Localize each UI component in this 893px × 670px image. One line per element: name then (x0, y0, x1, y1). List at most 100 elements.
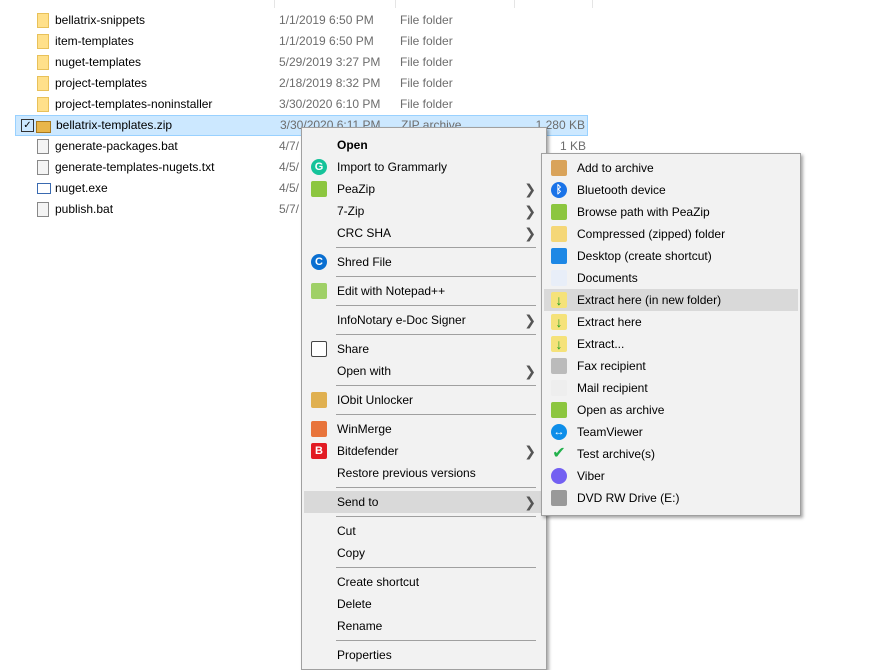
menu-item-edit-with-notepad[interactable]: Edit with Notepad++ (304, 280, 544, 302)
file-row[interactable]: project-templates 2/18/2019 8:32 PM File f… (15, 73, 588, 94)
viber-icon (551, 468, 567, 484)
add-archive-icon (551, 160, 567, 176)
menu-item-label: Extract here (577, 315, 642, 329)
menu-item-import-to-grammarly[interactable]: G Import to Grammarly (304, 156, 544, 178)
file-date: 4/5/ (279, 160, 300, 174)
menu-item-label: InfoNotary e-Doc Signer (337, 313, 466, 327)
menu-item-label: Import to Grammarly (337, 160, 448, 174)
menu-item-label: Rename (337, 619, 383, 633)
chevron-right-icon: ❯ (524, 203, 536, 219)
menu-item-crc-sha[interactable]: CRC SHA ❯ (304, 222, 544, 244)
send-to-item-browse-path-with-peazip[interactable]: Browse path with PeaZip (544, 201, 798, 223)
column-divider[interactable] (395, 0, 396, 8)
menu-item-label: Extract here (in new folder) (577, 293, 722, 307)
menu-item-label: TeamViewer (577, 425, 643, 439)
send-to-item-teamviewer[interactable]: ↔ TeamViewer (544, 421, 798, 443)
menu-item-label: Extract... (577, 337, 625, 351)
share-icon (311, 341, 327, 357)
folder-icon (37, 76, 49, 91)
send-to-item-extract[interactable]: ↓ Extract... (544, 333, 798, 355)
menu-item-infonotary-e-doc-signer[interactable]: InfoNotary e-Doc Signer ❯ (304, 309, 544, 331)
menu-item-label: Fax recipient (577, 359, 646, 373)
file-row[interactable]: project-templates-noninstaller 3/30/2020 … (15, 94, 588, 115)
send-to-item-fax-recipient[interactable]: Fax recipient (544, 355, 798, 377)
menu-item-rename[interactable]: Rename (304, 615, 544, 637)
menu-item-label: Viber (577, 469, 605, 483)
file-name: project-templates-noninstaller (55, 97, 213, 111)
file-name: nuget-templates (55, 55, 142, 69)
send-to-item-compressed-zipped-folder[interactable]: Compressed (zipped) folder (544, 223, 798, 245)
menu-item-open-with[interactable]: Open with ❯ (304, 360, 544, 382)
file-name: generate-packages.bat (55, 139, 178, 153)
send-to-submenu: Add to archive ᛒ Bluetooth device Browse pa… (541, 153, 801, 516)
send-to-item-add-to-archive[interactable]: Add to archive (544, 157, 798, 179)
menu-separator (336, 276, 536, 277)
send-to-item-extract-here[interactable]: ↓ Extract here (544, 311, 798, 333)
send-to-item-dvd-rw-drive-e[interactable]: DVD RW Drive (E:) (544, 487, 798, 509)
chevron-right-icon: ❯ (524, 312, 536, 328)
batch-file-icon (37, 139, 49, 154)
menu-item-delete[interactable]: Delete (304, 593, 544, 615)
menu-item-open[interactable]: Open (304, 134, 544, 156)
file-date: 1/1/2019 6:50 PM (279, 13, 374, 27)
send-to-item-bluetooth-device[interactable]: ᛒ Bluetooth device (544, 179, 798, 201)
send-to-item-documents[interactable]: Documents (544, 267, 798, 289)
menu-item-label: IObit Unlocker (337, 393, 414, 407)
column-divider[interactable] (592, 0, 593, 8)
extract-icon: ↓ (551, 314, 567, 330)
menu-item-peazip[interactable]: PeaZip ❯ (304, 178, 544, 200)
checkbox[interactable]: ✓ (21, 119, 34, 132)
menu-item-share[interactable]: Share (304, 338, 544, 360)
menu-separator (336, 640, 536, 641)
context-menu: Open G Import to Grammarly PeaZip ❯ 7-Zip ❯ CRC… (301, 127, 547, 670)
menu-item-properties[interactable]: Properties (304, 644, 544, 666)
menu-item-label: Open as archive (577, 403, 665, 417)
menu-item-create-shortcut[interactable]: Create shortcut (304, 571, 544, 593)
menu-item-copy[interactable]: Copy (304, 542, 544, 564)
send-to-item-mail-recipient[interactable]: Mail recipient (544, 377, 798, 399)
zip-folder-icon (551, 226, 567, 242)
file-name: project-templates (55, 76, 148, 90)
menu-item-label: Share (337, 342, 370, 356)
menu-item-bitdefender[interactable]: B Bitdefender ❯ (304, 440, 544, 462)
menu-item-label: Compressed (zipped) folder (577, 227, 726, 241)
menu-item-label: Test archive(s) (577, 447, 656, 461)
file-type: File folder (400, 76, 453, 90)
chevron-right-icon: ❯ (524, 443, 536, 459)
chevron-right-icon: ❯ (524, 494, 536, 510)
peazip-icon (311, 181, 327, 197)
file-row[interactable]: nuget-templates 5/29/2019 3:27 PM File fol… (15, 52, 588, 73)
file-name: bellatrix-snippets (55, 13, 146, 27)
column-divider[interactable] (514, 0, 515, 8)
bitdefender-icon: B (311, 443, 327, 459)
send-to-item-open-as-archive[interactable]: Open as archive (544, 399, 798, 421)
send-to-item-desktop-create-shortcut[interactable]: Desktop (create shortcut) (544, 245, 798, 267)
menu-item-restore-previous-versions[interactable]: Restore previous versions (304, 462, 544, 484)
file-row[interactable]: item-templates 1/1/2019 6:50 PM File folde… (15, 31, 588, 52)
zip-archive-icon (36, 121, 51, 133)
folder-icon (37, 13, 49, 28)
notepad-plus-plus-icon (311, 283, 327, 299)
menu-item-cut[interactable]: Cut (304, 520, 544, 542)
menu-item-7-zip[interactable]: 7-Zip ❯ (304, 200, 544, 222)
file-date: 5/7/ (279, 202, 300, 216)
documents-icon (551, 270, 567, 286)
menu-item-send-to[interactable]: Send to ❯ (304, 491, 544, 513)
menu-separator (336, 516, 536, 517)
menu-item-winmerge[interactable]: WinMerge (304, 418, 544, 440)
peazip-icon (551, 204, 567, 220)
menu-item-iobit-unlocker[interactable]: IObit Unlocker (304, 389, 544, 411)
menu-item-label: 7-Zip (337, 204, 365, 218)
column-divider[interactable] (274, 0, 275, 8)
menu-separator (336, 414, 536, 415)
file-row[interactable]: bellatrix-snippets 1/1/2019 6:50 PM File f… (15, 10, 588, 31)
fax-icon (551, 358, 567, 374)
send-to-item-test-archive-s[interactable]: ✔ Test archive(s) (544, 443, 798, 465)
menu-item-shred-file[interactable]: C Shred File (304, 251, 544, 273)
menu-item-label: WinMerge (337, 422, 392, 436)
send-to-item-extract-here-in-new-folder[interactable]: ↓ Extract here (in new folder) (544, 289, 798, 311)
exe-file-icon (37, 183, 51, 194)
menu-item-label: Delete (337, 597, 372, 611)
chevron-right-icon: ❯ (524, 363, 536, 379)
send-to-item-viber[interactable]: Viber (544, 465, 798, 487)
